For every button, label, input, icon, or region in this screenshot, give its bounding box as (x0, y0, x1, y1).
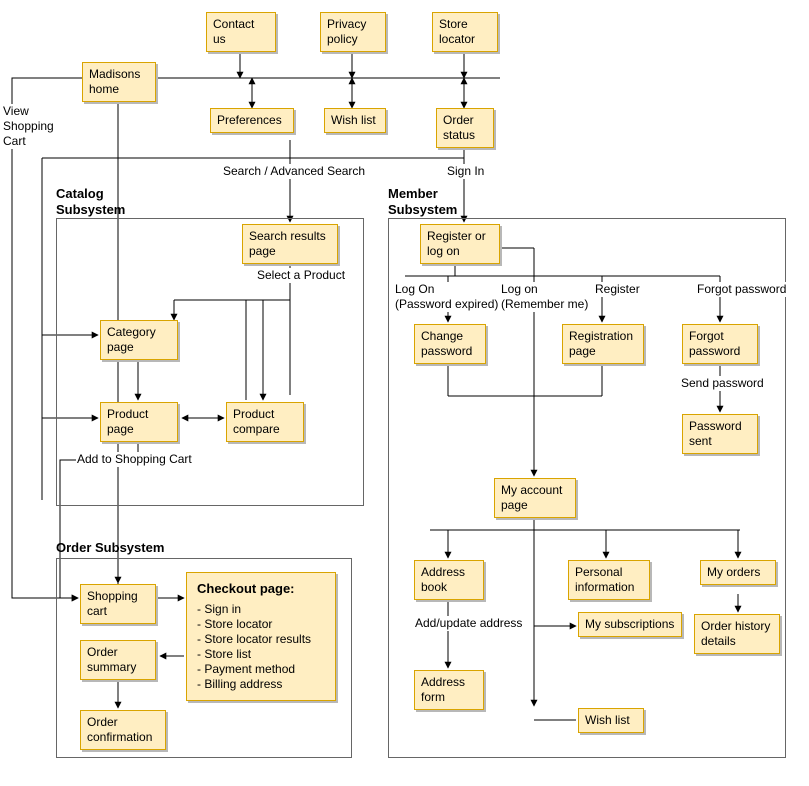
node-register-or-log-on: Register or log on (420, 224, 500, 264)
label: Change password (421, 329, 472, 358)
edge-label-forgot-pw: Forgot password (696, 282, 787, 297)
edge-label-log-on-remember: Log on (Remember me) (500, 282, 589, 312)
edge-label-select-product: Select a Product (256, 268, 346, 283)
label: Category page (107, 325, 156, 354)
edge-label-search: Search / Advanced Search (222, 164, 366, 179)
label: Registration page (569, 329, 633, 358)
label: Address book (421, 565, 465, 594)
label: Personal information (575, 565, 634, 594)
checkout-title: Checkout page: (197, 581, 295, 596)
label: Search results page (249, 229, 326, 258)
node-store-locator: Store locator (432, 12, 498, 52)
node-password-sent: Password sent (682, 414, 758, 454)
node-my-orders: My orders (700, 560, 776, 585)
edge-label-add-update-addr: Add/update address (414, 616, 523, 631)
node-order-summary: Order summary (80, 640, 156, 680)
node-address-book: Address book (414, 560, 484, 600)
diagram-canvas: Madisons home Contact us Privacy policy … (0, 0, 809, 786)
label: Order summary (87, 645, 136, 674)
label: Order confirmation (87, 715, 152, 744)
label: Order history details (701, 619, 770, 648)
node-order-history: Order history details (694, 614, 780, 654)
node-my-account: My account page (494, 478, 576, 518)
node-product-compare: Product compare (226, 402, 304, 442)
label: Contact us (213, 17, 254, 46)
node-my-subscriptions: My subscriptions (578, 612, 682, 637)
checkout-item: Sign in (197, 602, 325, 616)
label: Order status (443, 113, 475, 142)
node-registration-page: Registration page (562, 324, 644, 364)
subsystem-title-member: Member Subsystem (388, 186, 478, 217)
node-category-page: Category page (100, 320, 178, 360)
label: Wish list (331, 113, 376, 127)
label: Shopping cart (87, 589, 138, 618)
node-shopping-cart: Shopping cart (80, 584, 156, 624)
node-order-confirmation: Order confirmation (80, 710, 166, 750)
edge-label-view-cart: View Shopping Cart (2, 104, 60, 149)
node-checkout-page: Checkout page: Sign in Store locator Sto… (186, 572, 336, 701)
label: My orders (707, 565, 760, 579)
node-product-page: Product page (100, 402, 178, 442)
edge-label-log-on-expired: Log On (Password expired) (394, 282, 499, 312)
node-preferences: Preferences (210, 108, 294, 133)
node-madisons-home: Madisons home (82, 62, 156, 102)
label: Forgot password (689, 329, 740, 358)
node-order-status: Order status (436, 108, 494, 148)
label: Store locator (439, 17, 475, 46)
subsystem-title-catalog: Catalog Subsystem (56, 186, 146, 217)
node-wish-list-top: Wish list (324, 108, 386, 133)
node-privacy-policy: Privacy policy (320, 12, 386, 52)
label: Product compare (233, 407, 280, 436)
subsystem-title-order: Order Subsystem (56, 540, 164, 556)
checkout-item: Store list (197, 647, 325, 661)
label: Product page (107, 407, 148, 436)
checkout-item: Payment method (197, 662, 325, 676)
node-forgot-password: Forgot password (682, 324, 758, 364)
label: Password sent (689, 419, 742, 448)
node-wish-list-member: Wish list (578, 708, 644, 733)
checkout-item: Store locator results (197, 632, 325, 646)
label: Address form (421, 675, 465, 704)
edge-label-register: Register (594, 282, 641, 297)
checkout-item: Billing address (197, 677, 325, 691)
checkout-item: Store locator (197, 617, 325, 631)
label: Madisons home (89, 67, 140, 96)
label: Register or log on (427, 229, 486, 258)
node-change-password: Change password (414, 324, 486, 364)
edge-label-sign-in: Sign In (446, 164, 485, 179)
label: Preferences (217, 113, 282, 127)
label: My account page (501, 483, 562, 512)
node-contact-us: Contact us (206, 12, 276, 52)
node-search-results: Search results page (242, 224, 338, 264)
checkout-list: Sign in Store locator Store locator resu… (197, 602, 325, 691)
edge-label-add-to-cart: Add to Shopping Cart (76, 452, 193, 467)
edge-label-send-pw: Send password (680, 376, 765, 391)
label: My subscriptions (585, 617, 674, 631)
label: Privacy policy (327, 17, 366, 46)
node-personal-info: Personal information (568, 560, 650, 600)
node-address-form: Address form (414, 670, 484, 710)
label: Wish list (585, 713, 630, 727)
